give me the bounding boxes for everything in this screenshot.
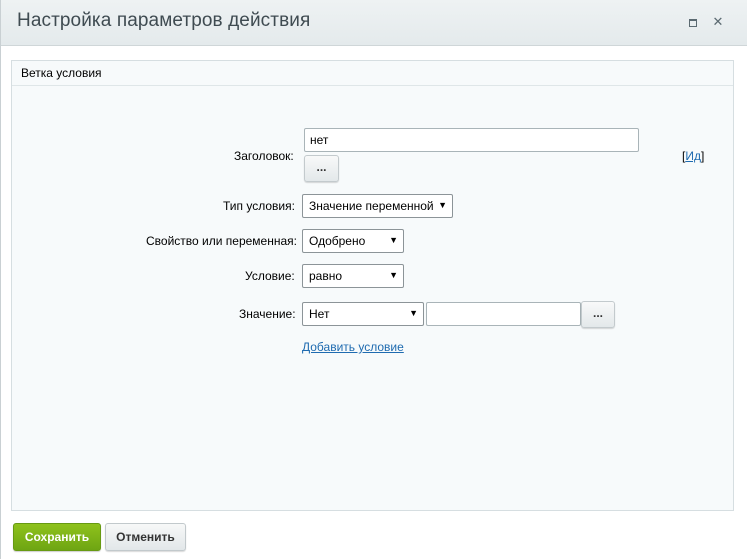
panel-title: Ветка условия [21, 66, 102, 80]
maximize-icon[interactable] [686, 16, 700, 30]
condition-type-select[interactable]: Значение переменной ▼ [302, 194, 453, 218]
heading-input[interactable] [304, 128, 639, 152]
id-link-close: ] [700, 149, 705, 163]
dropdown-arrow-icon: ▼ [438, 200, 447, 210]
condition-type-value: Значение переменной [309, 199, 434, 213]
value-insert-button[interactable]: ... [581, 301, 615, 328]
heading-label: Заголовок: [234, 149, 294, 163]
condition-type-label: Тип условия: [223, 199, 295, 213]
condition-select[interactable]: равно ▼ [302, 264, 404, 288]
property-label: Свойство или переменная: [146, 234, 297, 248]
add-condition-link[interactable]: Добавить условие [302, 340, 404, 354]
panel-header: Ветка условия [12, 61, 733, 86]
value-select[interactable]: Нет ▼ [302, 302, 424, 326]
property-select[interactable]: Одобрено ▼ [302, 229, 404, 253]
id-link[interactable]: Ид [685, 149, 701, 163]
dropdown-arrow-icon: ▼ [389, 235, 398, 245]
save-button[interactable]: Сохранить [13, 523, 101, 551]
id-link-wrapper: [Ид] [682, 149, 704, 163]
condition-value: равно [309, 269, 343, 283]
action-settings-dialog: Настройка параметров действия ✕ Ветка ус… [0, 0, 747, 559]
dialog-title: Настройка параметров действия [17, 10, 311, 31]
dropdown-arrow-icon: ▼ [409, 308, 418, 318]
value-select-value: Нет [309, 307, 330, 321]
cancel-button[interactable]: Отменить [105, 523, 186, 551]
condition-label: Условие: [245, 269, 295, 283]
heading-insert-button[interactable]: ... [304, 155, 339, 182]
dropdown-arrow-icon: ▼ [389, 270, 398, 280]
close-icon[interactable]: ✕ [711, 16, 725, 30]
value-input[interactable] [426, 302, 581, 326]
value-label: Значение: [239, 307, 296, 321]
property-value: Одобрено [309, 234, 366, 248]
dialog-titlebar[interactable]: Настройка параметров действия ✕ [1, 0, 747, 46]
